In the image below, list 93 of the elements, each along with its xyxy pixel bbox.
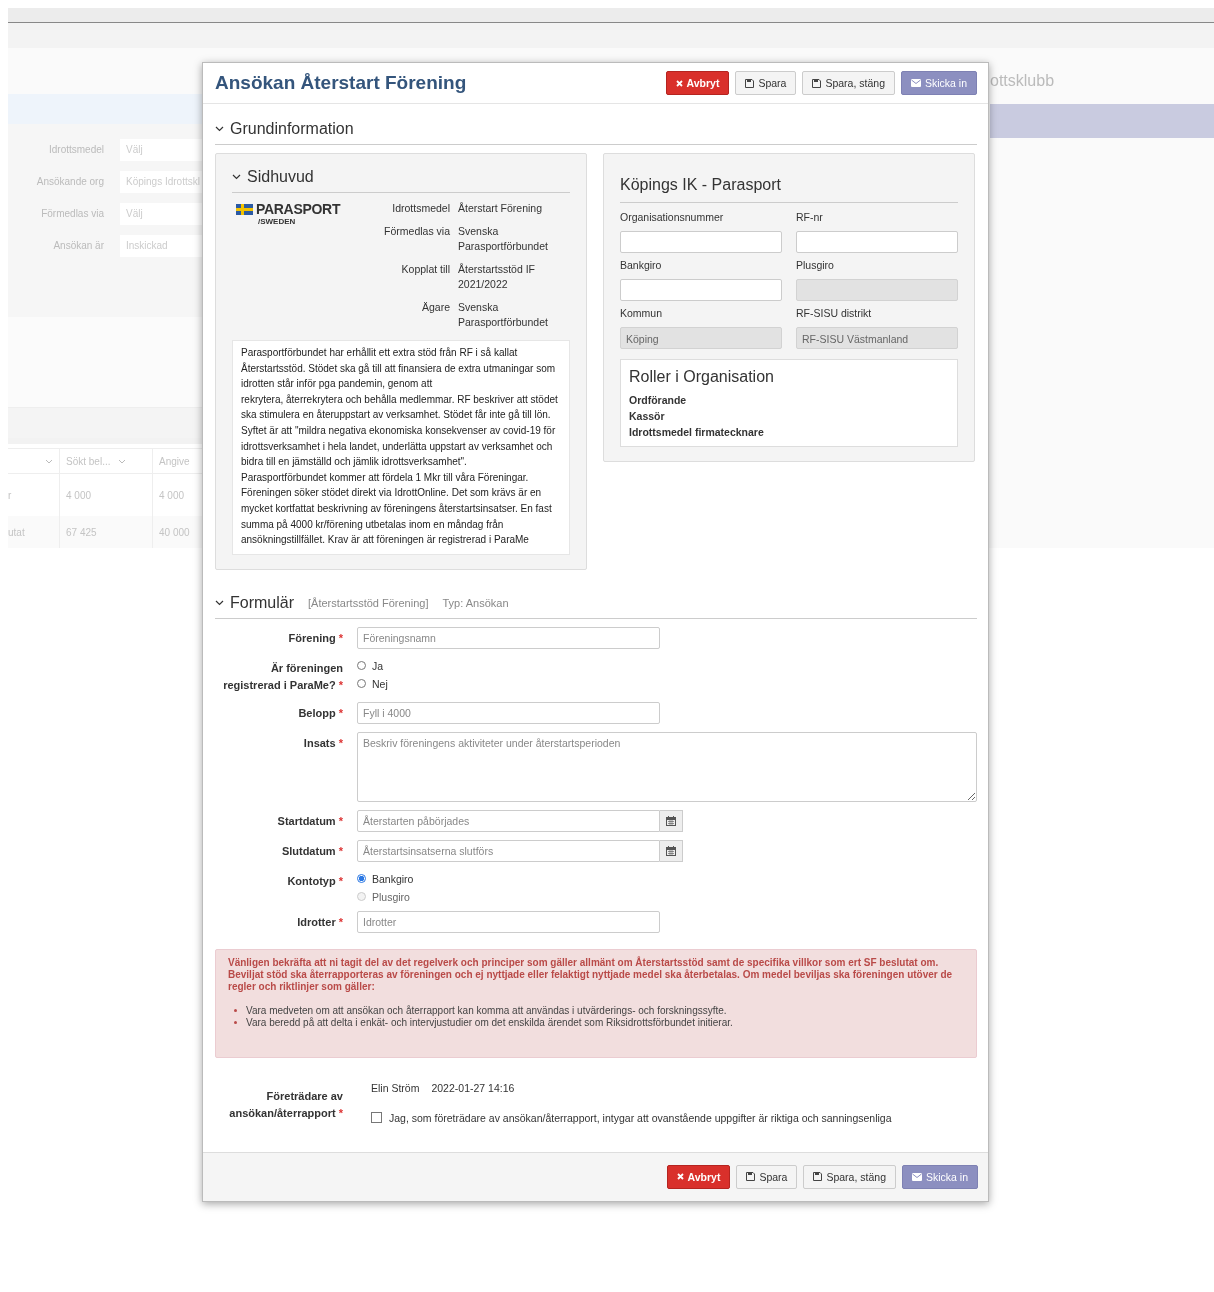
page-title: ottsklubb bbox=[990, 72, 1056, 91]
date-field[interactable]: Återstarten påbörjades bbox=[357, 809, 660, 832]
envelope-icon bbox=[911, 79, 921, 87]
field-label: Organisationsnummer bbox=[620, 211, 725, 223]
envelope-icon bbox=[912, 1172, 922, 1181]
text-area[interactable]: Beskriv föreningens aktiviteter under återstartsperioden bbox=[357, 731, 977, 802]
calendar-button[interactable] bbox=[660, 809, 683, 832]
field-label: Förening * bbox=[287, 630, 343, 646]
calendar-icon bbox=[666, 815, 676, 826]
field-label: Belopp * bbox=[297, 705, 343, 721]
role-label: Kassör bbox=[629, 409, 666, 424]
close-icon bbox=[675, 79, 683, 87]
input-field[interactable] bbox=[620, 279, 782, 301]
field-label: Plusgiro bbox=[796, 259, 835, 271]
alert-text: Vänligen bekräfta att ni tagit del av det regelverk och principer som gäller allmänt om Återstartsstöd samt de specifika villkor som ert SF beslutat om. Beviljat stöd ska återrapporteras av föreningen och ej nyttjade eller felaktigt nyttjade medel ska återbetalas. Om medel beviljas ska föreningen utöver de regler och riktlinjer som gäller: bbox=[228, 956, 954, 993]
role-label: Ordförande bbox=[629, 393, 688, 408]
option-label[interactable]: Nej bbox=[372, 677, 388, 690]
logo-subtext: /SWEDEN bbox=[257, 217, 297, 226]
field-label: Kontotyp * bbox=[286, 873, 343, 889]
input-field: RF-SISU Västmanland bbox=[796, 327, 958, 349]
info-value: Svenska Parasportförbundet bbox=[458, 224, 549, 254]
field-label: RF-nr bbox=[796, 211, 824, 223]
description-text: Parasportförbundet har erhållit ett extra stöd från RF i så kallat Återstartsstöd. Stödet ska gå till att finansiera de extra utmaningar som idrotten står inför pga pandemin, genom att rekrytera, återrekrytera och behålla medlemmar. RF beskriver att stödet ska stimulera en återuppstart av verksamhet. Stödet får inte gå till lön. Syftet är att "mildra negativa ekonomiska konsekvenser av covid-19 för idrottsverksamhet i hela landet, underlätta uppstart av verksamhet och bidra till en jämställd och jämlik idrottsverksamhet". Parasportförbundet kommer att fördela 1 Mkr till våra Föreningar. Föreningen söker stödet direkt via IdrottOnline. Det som krävs är en mycket kortfattat beskrivning av föreningens återstartsinsatser. En fast summa på 4000 kr/förening utbetalas inom en måndag från ansökningstillfället. Krav är att föreningen är registrerad i ParaMe bbox=[232, 340, 570, 555]
required-mark: * bbox=[338, 1106, 343, 1119]
bullet-text: Vara beredd på att delta i enkät- och intervjustudier om det enskilda ärendet som Riksidrottsförbundet initierar. bbox=[246, 1016, 733, 1029]
radio-button[interactable] bbox=[357, 679, 366, 689]
input-field: Köping bbox=[620, 327, 782, 349]
section-title[interactable]: Formulär bbox=[230, 593, 294, 612]
input-field[interactable]: Idrotter bbox=[357, 910, 660, 933]
chevron-down-icon[interactable] bbox=[215, 599, 224, 606]
option-label[interactable]: Ja bbox=[372, 659, 384, 672]
field-label: Kommun bbox=[620, 307, 663, 319]
field-label: Insats * bbox=[302, 735, 343, 751]
field-label: Idrotter * bbox=[296, 914, 343, 930]
field-label: Startdatum * bbox=[276, 813, 343, 829]
input-field[interactable]: Fyll i 4000 bbox=[357, 701, 660, 724]
save-close-button[interactable]: Spara, stäng bbox=[803, 1164, 896, 1189]
required-mark: * bbox=[338, 736, 343, 749]
required-mark: * bbox=[338, 915, 343, 928]
role-label: Idrottsmedel firmatecknare bbox=[629, 425, 765, 440]
calendar-icon bbox=[666, 845, 676, 856]
cancel-button[interactable]: Avbryt bbox=[665, 71, 730, 95]
representative-name: Elin Ström bbox=[371, 1081, 420, 1094]
chevron-down-icon[interactable] bbox=[215, 126, 224, 132]
chevron-down-icon[interactable] bbox=[232, 174, 241, 180]
section-title[interactable]: Sidhuvud bbox=[247, 168, 314, 186]
radio-button[interactable] bbox=[357, 661, 366, 671]
radio-button[interactable] bbox=[357, 874, 366, 884]
input-field[interactable] bbox=[620, 231, 782, 253]
dialog-title: Ansökan Återstart Förening bbox=[215, 72, 467, 94]
bullet-icon bbox=[234, 1009, 237, 1013]
filter-label: Idrottsmedel bbox=[47, 143, 104, 157]
close-icon bbox=[676, 1173, 684, 1181]
required-mark: * bbox=[338, 631, 343, 644]
form-type: Typ: Ansökan bbox=[442, 596, 509, 609]
required-mark: * bbox=[338, 814, 343, 827]
column-title: Angive bbox=[159, 455, 190, 467]
info-value: Återstart Förening bbox=[458, 201, 544, 216]
date-field[interactable]: Återstartsinsatserna slutförs bbox=[357, 839, 660, 862]
save-button[interactable]: Spara bbox=[736, 1164, 798, 1189]
info-value: Återstartsstöd IF 2021/2022 bbox=[458, 262, 537, 292]
logo-text: PARASPORT bbox=[256, 201, 341, 217]
bullet-text: Vara medveten om att ansökan och återrapport kan komma att användas i utvärderings- och forskningssyfte. bbox=[246, 1004, 727, 1017]
flag-icon bbox=[236, 203, 253, 215]
save-button[interactable]: Spara bbox=[735, 71, 797, 95]
checkbox[interactable] bbox=[371, 1112, 382, 1124]
field-label: RF-SISU distrikt bbox=[796, 307, 873, 319]
info-label: Kopplat till bbox=[400, 262, 450, 277]
form-tag: [Återstartsstöd Förening] bbox=[308, 596, 429, 609]
info-label: Ägare bbox=[420, 300, 450, 315]
required-mark: * bbox=[338, 874, 343, 887]
save-close-button[interactable]: Spara, stäng bbox=[802, 71, 895, 95]
field-label: Slutdatum * bbox=[280, 843, 343, 859]
timestamp: 2022-01-27 14:16 bbox=[431, 1081, 515, 1094]
calendar-button[interactable] bbox=[660, 839, 683, 862]
checkbox-label[interactable]: Jag, som företrädare av ansökan/återrapport, intygar att ovanstående uppgifter är riktiga och sanningsenliga bbox=[389, 1111, 892, 1124]
roles-title: Roller i Organisation bbox=[629, 368, 775, 386]
field-label: Företrädare av ansökan/återrapport * bbox=[228, 1088, 343, 1121]
section-title[interactable]: Grundinformation bbox=[230, 120, 354, 138]
required-mark: * bbox=[338, 706, 343, 719]
info-value: Svenska Parasportförbundet bbox=[458, 300, 549, 330]
field-label: Bankgiro bbox=[620, 259, 663, 271]
option-label[interactable]: Bankgiro bbox=[372, 872, 414, 885]
organisation-title: Köpings IK - Parasport bbox=[620, 160, 958, 203]
field-label: Är föreningen registrerad i ParaMe? * bbox=[222, 660, 343, 693]
required-mark: * bbox=[338, 844, 343, 857]
cancel-button[interactable]: Avbryt bbox=[666, 1164, 731, 1189]
input-field[interactable]: Föreningsnamn bbox=[357, 626, 660, 649]
required-mark: * bbox=[338, 678, 343, 691]
info-label: Idrottsmedel bbox=[391, 201, 450, 216]
info-label: Förmedlas via bbox=[384, 224, 450, 239]
bullet-icon bbox=[234, 1021, 237, 1025]
input-field[interactable] bbox=[796, 231, 958, 253]
